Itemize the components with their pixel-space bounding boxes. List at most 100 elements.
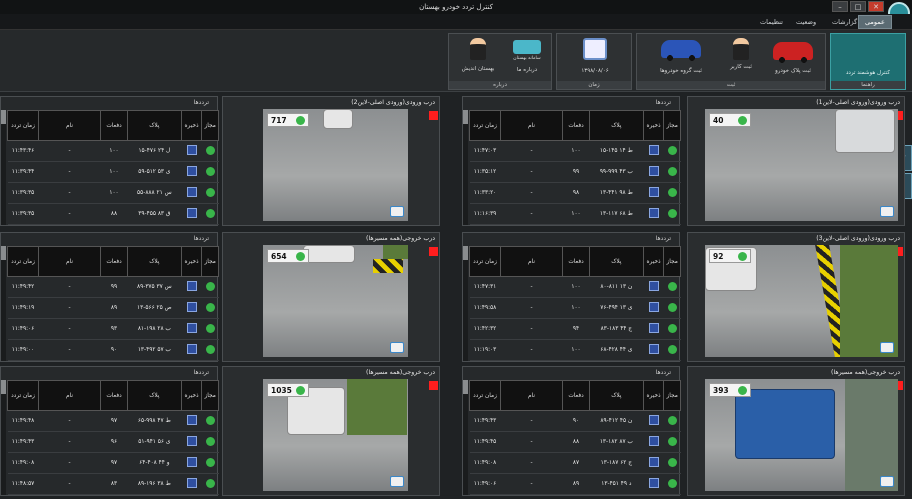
table-row[interactable]: ۱۱:۳۹:۳۵ - ۱۰۰ ۵۵-۸۸۸ س ۲۱ xyxy=(7,182,219,204)
table-row[interactable]: ۱۱:۴۹:۰۸ - ۹۷ ۶۴-۴۰۸ و ۴۴ xyxy=(7,452,219,474)
camera-icon[interactable] xyxy=(880,476,894,487)
plate-count-box: 717 xyxy=(267,113,309,127)
save-icon[interactable] xyxy=(648,344,659,354)
save-icon[interactable] xyxy=(186,145,197,155)
save-icon[interactable] xyxy=(648,415,659,425)
row-count: ۹۹ xyxy=(562,161,590,183)
table-row[interactable]: ۱۱:۳۹:۳۵ - ۸۸ ۳۹-۴۵۵ ق ۸۳ xyxy=(7,203,219,225)
brand-label: سامانه بهستان xyxy=(513,56,541,61)
register-user-button[interactable]: ثبت کاربر xyxy=(723,36,759,70)
save-icon[interactable] xyxy=(648,457,659,467)
table-row[interactable]: ۱۱:۴۸:۵۷ - ۸۳ ۸۹-۱۹۶ ط ۳۸ xyxy=(7,473,219,495)
table-row[interactable]: ۱۱:۳۹:۴۴ - ۱۰۰ ۵۹-۵۱۲ ی ۵۳ xyxy=(7,161,219,183)
save-icon[interactable] xyxy=(648,166,659,176)
table-row[interactable]: ۱۱:۴۹:۰۸ - ۸۷ ۱۳-۱۸۷ ج ۶۲ xyxy=(469,452,681,474)
close-button[interactable]: ✕ xyxy=(868,1,884,12)
register-user-label: ثبت کاربر xyxy=(730,64,752,70)
camera-image[interactable]: 654 xyxy=(263,245,408,357)
col-count: دفعات xyxy=(562,380,590,411)
save-icon[interactable] xyxy=(186,323,197,333)
table-row[interactable]: ۱۱:۴۷:۰۳ - ۱۰۰ ۱۵-۱۴۵ ط ۱۴ xyxy=(469,140,681,162)
save-icon[interactable] xyxy=(186,166,197,176)
menu-status[interactable]: وضعیت xyxy=(790,15,822,29)
camera-icon[interactable] xyxy=(390,476,404,487)
row-plate: ۵۹-۵۱۲ ی ۵۳ xyxy=(127,161,182,183)
table-row[interactable]: ۱۱:۱۹:۰۳ - ۱۰۰ ۶۸-۴۲۸ ی ۴۴ xyxy=(469,339,681,361)
save-icon[interactable] xyxy=(186,281,197,291)
table-row[interactable]: ۱۱:۴۹:۱۹ - ۸۹ ۱۳-۵۶۶ ص ۲۵ xyxy=(7,297,219,319)
register-group-button[interactable]: ثبت گروه خودروها xyxy=(641,36,721,74)
row-time: ۱۱:۴۹:۴۸ xyxy=(7,410,39,432)
menu-reports[interactable]: گزارشات xyxy=(826,15,863,29)
about-us-button[interactable]: سامانه بهستان درباره ما xyxy=(503,36,551,73)
table-row[interactable]: ۱۱:۴۹:۰۶ - ۸۹ ۱۳-۴۵۱ د ۴۹ xyxy=(469,473,681,495)
camera-image[interactable]: 40 xyxy=(705,109,898,221)
save-icon[interactable] xyxy=(648,436,659,446)
scrollbar[interactable] xyxy=(463,246,468,361)
camera-title: درب خروجی(همه مسیرها) xyxy=(831,369,900,376)
table-row[interactable]: ۱۱:۴۹:۰۰ - ۹۰ ۱۳-۴۹۲ ب ۵۷ xyxy=(7,339,219,361)
camera-image[interactable]: 92 xyxy=(705,245,898,357)
home-help-button[interactable]: کنترل هوشمند تردد راهنما xyxy=(830,33,906,90)
row-name: - xyxy=(38,410,101,432)
table-row[interactable]: ۱۱:۴۹:۴۳ - ۹۰ ۸۹-۴۱۲ ن ۴۵ xyxy=(469,410,681,432)
row-time: ۱۱:۴۹:۵۸ xyxy=(469,297,501,319)
table-row[interactable]: ۱۱:۳۳:۲۰ - ۹۸ ۱۳-۴۴۱ ط ۹۸ xyxy=(469,182,681,204)
camera-title: درب ورودی(ورودی اصلی-لاین2) xyxy=(351,99,435,106)
row-name: - xyxy=(500,297,563,319)
scrollbar[interactable] xyxy=(1,246,6,361)
table-row[interactable]: ۱۱:۴۳:۴۶ - ۱۰۰ ۱۵-۴۷۶ ل ۲۴ xyxy=(7,140,219,162)
camera-icon[interactable] xyxy=(880,342,894,353)
table-row[interactable]: ۱۱:۱۶:۳۹ - ۱۰۰ ۱۳-۱۱۷ ط ۶۸ xyxy=(469,203,681,225)
camera-image[interactable]: 1035 xyxy=(263,379,408,491)
save-icon[interactable] xyxy=(648,323,659,333)
camera-image[interactable]: 393 xyxy=(705,379,898,491)
row-plate: ۵۱-۹۴۱ ی ۵۶ xyxy=(127,431,182,453)
behestan-button[interactable]: بهستان اندیش xyxy=(453,36,503,72)
col-save: ذخیره xyxy=(180,380,203,411)
table-row[interactable]: ۱۱:۴۹:۴۳ - ۹۶ ۵۱-۹۴۱ ی ۵۶ xyxy=(7,431,219,453)
save-icon[interactable] xyxy=(648,478,659,488)
table-row[interactable]: ۱۱:۴۲:۳۲ - ۹۴ ۸۳-۱۸۳ ج ۴۴ xyxy=(469,318,681,340)
save-icon[interactable] xyxy=(648,281,659,291)
row-time: ۱۱:۴۹:۴۲ xyxy=(7,276,39,298)
table-row[interactable]: ۱۱:۴۹:۴۸ - ۹۷ ۶۵-۹۹۸ ط ۴۷ xyxy=(7,410,219,432)
row-name: - xyxy=(38,203,101,225)
save-icon[interactable] xyxy=(186,187,197,197)
date-display[interactable]: ۱۳۹۸/۰۸/۰۶ xyxy=(563,36,627,74)
scrollbar[interactable] xyxy=(463,110,468,225)
window-title: کنترل تردد خودرو بهستان xyxy=(419,3,493,11)
camera-icon[interactable] xyxy=(390,206,404,217)
save-icon[interactable] xyxy=(648,145,659,155)
table-row[interactable]: ۱۱:۴۹:۴۲ - ۹۹ ۸۹-۳۷۵ س ۳۷ xyxy=(7,276,219,298)
save-icon[interactable] xyxy=(186,415,197,425)
save-icon[interactable] xyxy=(186,457,197,467)
status-indicator xyxy=(429,111,438,120)
table-row[interactable]: ۱۱:۴۹:۵۸ - ۱۰۰ ۷۶-۴۹۴ ی ۱۳ xyxy=(469,297,681,319)
table-row[interactable]: ۱۱:۴۷:۳۱ - ۱۰۰ ۸۰-۸۱۱ ن ۱۳ xyxy=(469,276,681,298)
camera-icon[interactable] xyxy=(390,342,404,353)
save-icon[interactable] xyxy=(648,187,659,197)
save-icon[interactable] xyxy=(186,208,197,218)
register-plate-button[interactable]: ثبت پلاک خودرو xyxy=(763,36,823,74)
save-icon[interactable] xyxy=(186,436,197,446)
scrollbar[interactable] xyxy=(1,110,6,225)
table-row[interactable]: ۱۱:۳۵:۱۲ - ۹۹ ۹۹-۹۹۹ ب ۴۳ xyxy=(469,161,681,183)
row-name: - xyxy=(38,182,101,204)
save-icon[interactable] xyxy=(186,344,197,354)
save-icon[interactable] xyxy=(186,302,197,312)
save-icon[interactable] xyxy=(186,478,197,488)
row-plate: ۱۵-۴۷۶ ل ۲۴ xyxy=(127,140,182,162)
minimize-button[interactable]: – xyxy=(832,1,848,12)
table-row[interactable]: ۱۱:۴۹:۴۵ - ۸۸ ۱۳-۱۸۲ ب ۸۷ xyxy=(469,431,681,453)
menu-settings[interactable]: تنظیمات xyxy=(754,15,789,29)
camera-image[interactable]: 717 xyxy=(263,109,408,221)
save-icon[interactable] xyxy=(648,208,659,218)
col-plate: پلاک xyxy=(126,246,182,277)
maximize-button[interactable]: □ xyxy=(850,1,866,12)
table-row[interactable]: ۱۱:۴۹:۰۶ - ۹۳ ۸۱-۱۹۸ ب ۲۸ xyxy=(7,318,219,340)
scrollbar[interactable] xyxy=(1,380,6,495)
scrollbar[interactable] xyxy=(463,380,468,495)
save-icon[interactable] xyxy=(648,302,659,312)
camera-icon[interactable] xyxy=(880,206,894,217)
